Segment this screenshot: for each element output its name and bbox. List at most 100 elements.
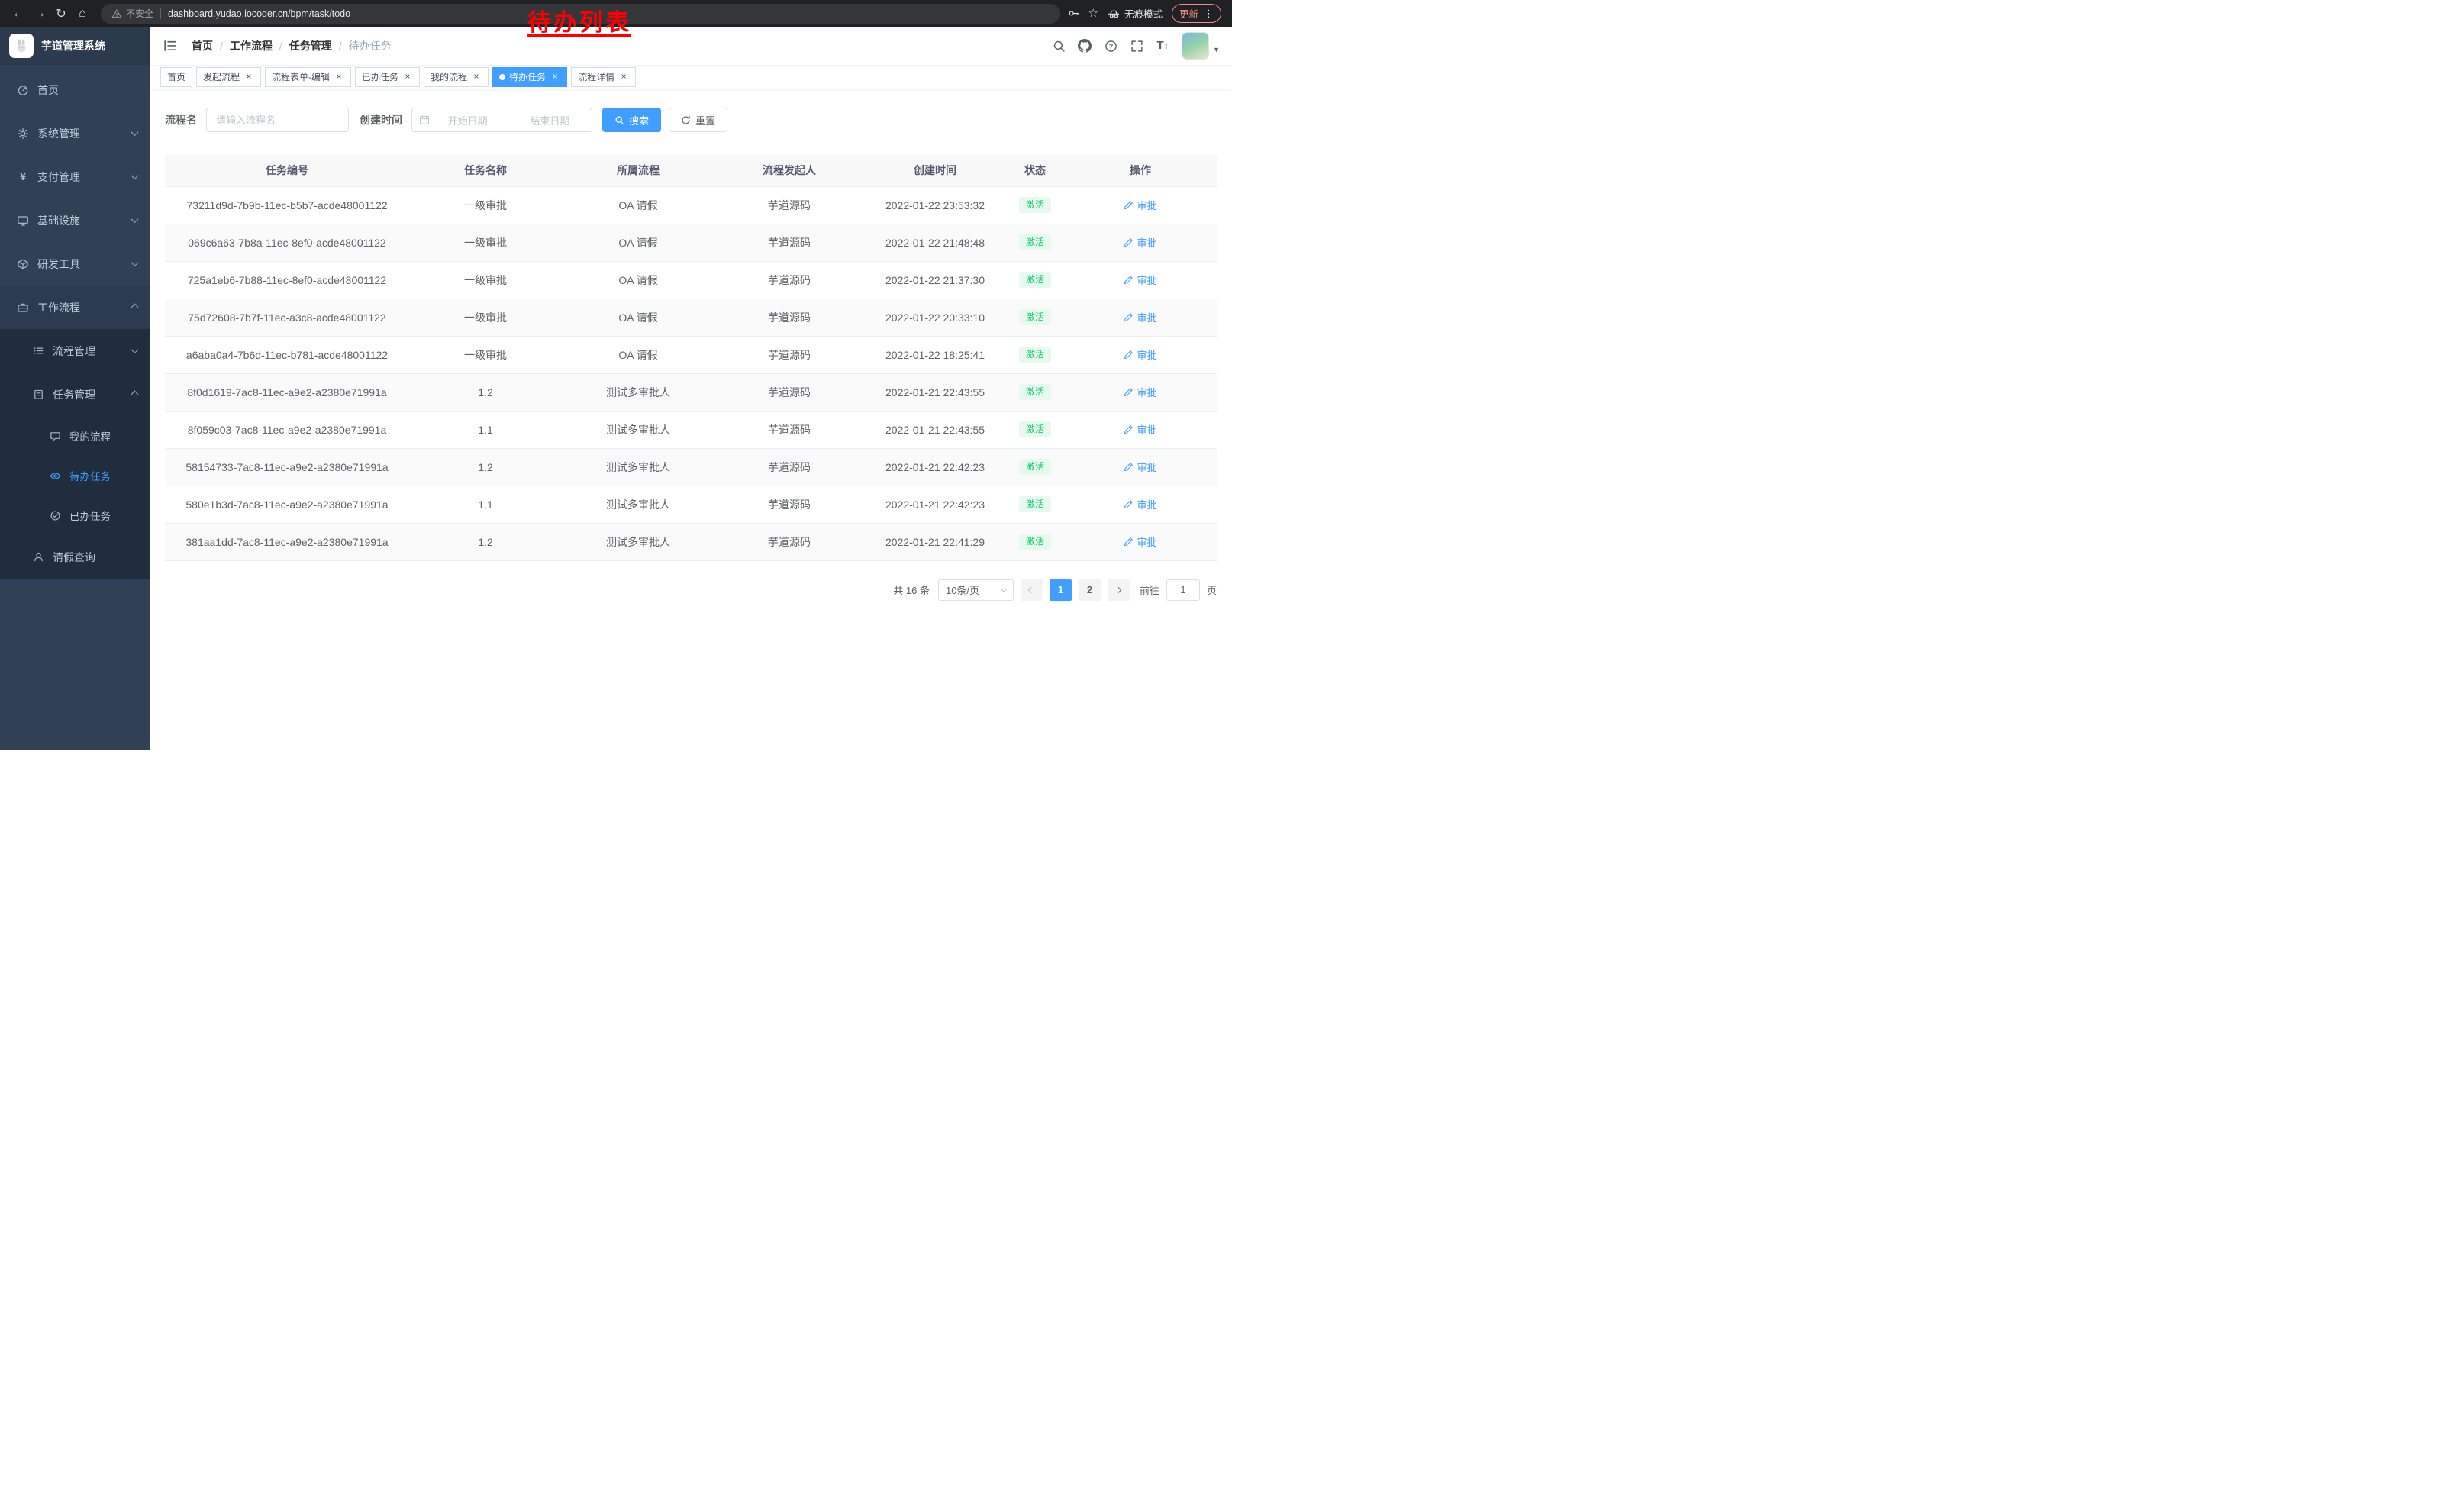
sidebar-item-leave-query[interactable]: 请假查询	[0, 535, 150, 579]
breadcrumb: 首页 / 工作流程 / 任务管理 / 待办任务	[192, 38, 392, 53]
breadcrumb-workflow[interactable]: 工作流程	[230, 38, 273, 53]
tab[interactable]: 我的流程 ×	[424, 67, 489, 87]
fullscreen-button[interactable]	[1124, 27, 1150, 65]
sidebar-item-process-mgmt[interactable]: 流程管理	[0, 329, 150, 373]
prev-page-button[interactable]	[1021, 579, 1043, 601]
update-label: 更新	[1179, 6, 1198, 21]
approve-link[interactable]: 审批	[1124, 273, 1156, 287]
next-page-button[interactable]	[1108, 579, 1130, 601]
tab-close-icon[interactable]: ×	[471, 72, 482, 82]
monitor-icon	[17, 215, 29, 227]
cell-initiator: 芋道源码	[714, 186, 864, 224]
approve-label: 审批	[1137, 347, 1156, 362]
browser-menu-icon[interactable]: ⋮	[1204, 8, 1214, 18]
cell-create-time: 2022-01-22 20:33:10	[864, 299, 1006, 336]
browser-back-button[interactable]: ←	[8, 3, 29, 24]
search-button[interactable]: 搜索	[602, 108, 661, 132]
tab-close-icon[interactable]: ×	[334, 72, 344, 82]
column-header-create-time: 创建时间	[864, 155, 1006, 186]
approve-link[interactable]: 审批	[1124, 385, 1156, 399]
end-date-placeholder[interactable]: 结束日期	[515, 113, 585, 128]
cell-process: 测试多审批人	[562, 486, 714, 523]
list-icon	[32, 345, 44, 357]
sidebar-item-done-tasks[interactable]: 已办任务	[0, 495, 150, 535]
process-name-input[interactable]	[206, 108, 349, 132]
page-button-2[interactable]: 2	[1079, 579, 1101, 601]
goto-page-input[interactable]	[1166, 579, 1200, 601]
screen: ← → ↻ ⌂ 不安全 dashboard.yudao.iocoder.cn/b…	[0, 0, 1232, 750]
tab[interactable]: 流程表单-编辑 ×	[265, 67, 351, 87]
tab[interactable]: 待办任务 ×	[492, 67, 567, 87]
font-size-button[interactable]: TT	[1150, 27, 1176, 65]
cell-process: 测试多审批人	[562, 373, 714, 411]
security-label: 不安全	[126, 7, 153, 20]
sidebar-item-payment-mgmt[interactable]: ¥ 支付管理	[0, 155, 150, 199]
tab-close-icon[interactable]: ×	[618, 72, 629, 82]
table-row: 381aa1dd-7ac8-11ec-a9e2-a2380e71991a 1.2…	[165, 523, 1217, 560]
approve-link[interactable]: 审批	[1124, 422, 1156, 437]
tab[interactable]: 首页	[160, 67, 192, 87]
cell-initiator: 芋道源码	[714, 523, 864, 560]
app-logo[interactable]: 芋道管理系统	[0, 27, 150, 65]
approve-link[interactable]: 审批	[1124, 534, 1156, 549]
page-button-1[interactable]: 1	[1050, 579, 1072, 601]
tab[interactable]: 已办任务 ×	[355, 67, 420, 87]
cell-initiator: 芋道源码	[714, 486, 864, 523]
sidebar-item-home[interactable]: 首页	[0, 68, 150, 111]
date-range-picker[interactable]: 开始日期 - 结束日期	[411, 108, 592, 132]
sidebar-item-infrastructure[interactable]: 基础设施	[0, 199, 150, 242]
reload-icon: ↻	[56, 6, 66, 21]
incognito-icon	[1108, 8, 1120, 20]
approve-link[interactable]: 审批	[1124, 347, 1156, 362]
user-avatar	[1182, 32, 1209, 60]
browser-home-button[interactable]: ⌂	[72, 3, 93, 24]
breadcrumb-home[interactable]: 首页	[192, 38, 213, 53]
approve-link[interactable]: 审批	[1124, 235, 1156, 250]
key-icon	[1068, 8, 1079, 19]
tab-close-icon[interactable]: ×	[550, 72, 560, 82]
page-unit-label: 页	[1207, 583, 1217, 597]
approve-link[interactable]: 审批	[1124, 497, 1156, 512]
goto-label: 前往	[1140, 583, 1159, 597]
tab[interactable]: 流程详情 ×	[571, 67, 636, 87]
tab-close-icon[interactable]: ×	[243, 72, 254, 82]
bookmark-star-button[interactable]: ☆	[1088, 8, 1098, 19]
create-time-label: 创建时间	[360, 112, 402, 128]
breadcrumb-task-mgmt[interactable]: 任务管理	[289, 38, 332, 53]
start-date-placeholder[interactable]: 开始日期	[433, 113, 502, 128]
approve-link[interactable]: 审批	[1124, 198, 1156, 212]
security-chip[interactable]: 不安全	[111, 7, 153, 20]
password-key-button[interactable]	[1068, 8, 1079, 19]
sidebar-item-todo-tasks[interactable]: 待办任务	[0, 456, 150, 495]
sidebar-item-dev-tools[interactable]: 研发工具	[0, 242, 150, 286]
page-size-select[interactable]: 10条/页	[938, 579, 1014, 601]
back-icon: ←	[12, 7, 24, 21]
browser-update-button[interactable]: 更新 ⋮	[1172, 4, 1221, 23]
approve-link[interactable]: 审批	[1124, 310, 1156, 324]
sidebar-item-system-mgmt[interactable]: 系统管理	[0, 111, 150, 155]
reset-button[interactable]: 重置	[669, 108, 727, 132]
sidebar-item-my-process[interactable]: 我的流程	[0, 416, 150, 456]
approve-link[interactable]: 审批	[1124, 460, 1156, 474]
header-search-button[interactable]	[1046, 27, 1072, 65]
tab-label: 流程表单-编辑	[272, 70, 330, 83]
yen-icon: ¥	[17, 171, 29, 183]
browser-reload-button[interactable]: ↻	[50, 3, 72, 24]
calendar-icon	[419, 115, 430, 125]
sidebar-toggle-button[interactable]	[161, 37, 179, 55]
status-badge: 激活	[1019, 534, 1051, 549]
cell-task-id: 8f0d1619-7ac8-11ec-a9e2-a2380e71991a	[165, 373, 409, 411]
tab-close-icon[interactable]: ×	[402, 72, 413, 82]
browser-forward-button[interactable]: →	[29, 3, 50, 24]
github-button[interactable]	[1072, 27, 1098, 65]
approve-label: 审批	[1137, 310, 1156, 324]
help-button[interactable]: ?	[1098, 27, 1124, 65]
sidebar-item-task-mgmt[interactable]: 任务管理	[0, 373, 150, 416]
approve-label: 审批	[1137, 385, 1156, 399]
table-row: 73211d9d-7b9b-11ec-b5b7-acde48001122 一级审…	[165, 186, 1217, 224]
edit-icon	[1124, 462, 1134, 472]
tab[interactable]: 发起流程 ×	[196, 67, 261, 87]
chat-icon	[49, 430, 61, 442]
sidebar-item-workflow[interactable]: 工作流程	[0, 286, 150, 329]
user-menu[interactable]: ▼	[1182, 32, 1220, 60]
